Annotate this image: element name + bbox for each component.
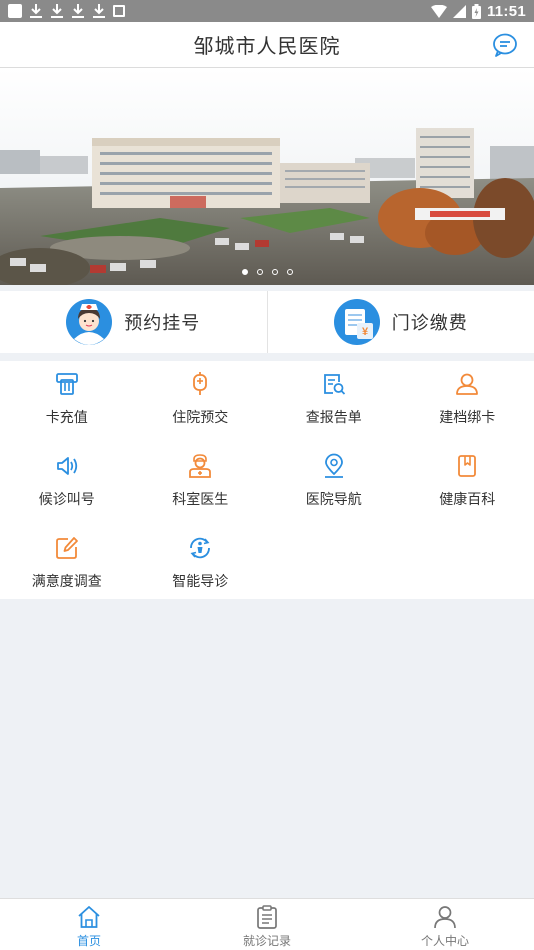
hospital-navigation-button[interactable]: 医院导航: [267, 449, 401, 531]
card-recharge-icon: [55, 373, 78, 395]
smart-triage-button[interactable]: 智能导诊: [134, 531, 268, 613]
status-right: 11:51: [430, 2, 526, 20]
user-profile-icon: [456, 373, 479, 395]
carousel-dot[interactable]: [286, 269, 293, 275]
hospital-banner-carousel[interactable]: [0, 68, 534, 285]
chat-bubble-icon[interactable]: [492, 32, 518, 58]
grid-item-label: 医院导航: [305, 492, 362, 508]
grid-item-label: 科室医生: [172, 492, 229, 508]
home-icon: [78, 906, 100, 928]
nav-visit-records[interactable]: 就诊记录: [178, 899, 356, 950]
svg-text:¥: ¥: [362, 326, 369, 338]
hospital-photo: [0, 68, 534, 285]
satisfaction-survey-button[interactable]: 满意度调查: [0, 531, 134, 613]
bill-payment-icon: ¥: [333, 299, 380, 345]
location-pin-icon: [324, 453, 343, 478]
image-icon: [113, 5, 125, 17]
department-doctor-button[interactable]: 科室医生: [134, 449, 268, 531]
card-recharge-button[interactable]: 卡充值: [0, 367, 134, 449]
clipboard-icon: [257, 905, 277, 929]
nav-personal-center[interactable]: 个人中心: [356, 899, 534, 950]
appointment-label: 预约挂号: [124, 313, 201, 334]
grid-item-label: 候诊叫号: [38, 492, 95, 508]
file-bind-card-button[interactable]: 建档绑卡: [401, 367, 534, 449]
grid-item-label: 卡充值: [45, 410, 88, 426]
smart-guide-icon: [190, 537, 211, 559]
function-grid: 卡充值 住院预交 查报告单 建档绑卡 候诊叫号 科室医生 医院导航 健康百科 满…: [0, 361, 534, 599]
nav-personal-center-label: 个人中心: [420, 934, 469, 948]
grid-item-label: 智能导诊: [172, 574, 229, 590]
download-icon: [51, 4, 63, 18]
carousel-indicator: [0, 269, 534, 275]
status-time: 11:51: [486, 2, 526, 20]
battery-icon: [471, 3, 481, 19]
status-bar: 11:51: [0, 0, 534, 22]
report-query-button[interactable]: 查报告单: [267, 367, 401, 449]
doctor-icon: [189, 454, 212, 478]
outpatient-payment-label: 门诊缴费: [391, 313, 468, 334]
carousel-dot[interactable]: [241, 269, 248, 275]
grid-item-label: 满意度调查: [31, 574, 102, 590]
status-left: [8, 3, 125, 19]
health-encyclopedia-button[interactable]: 健康百科: [401, 449, 534, 531]
book-icon: [458, 455, 477, 477]
report-search-icon: [323, 374, 345, 395]
app-square-icon: [8, 4, 22, 18]
nav-visit-records-label: 就诊记录: [242, 934, 291, 948]
carousel-dot[interactable]: [256, 269, 263, 275]
nav-home-label: 首页: [76, 934, 101, 948]
outpatient-payment-button[interactable]: ¥ 门诊缴费: [266, 291, 534, 353]
quick-entry-row: 预约挂号 ¥ 门诊缴费: [0, 291, 534, 353]
queue-call-button[interactable]: 候诊叫号: [0, 449, 134, 531]
speaker-icon: [56, 457, 77, 475]
nav-home[interactable]: 首页: [0, 899, 178, 950]
carousel-dot[interactable]: [271, 269, 278, 275]
edit-survey-icon: [55, 537, 78, 559]
download-icon: [72, 4, 84, 18]
iv-drip-icon: [193, 372, 208, 395]
download-icon: [93, 4, 105, 18]
download-icon: [30, 4, 42, 18]
wifi-icon: [430, 4, 447, 18]
signal-icon: [452, 4, 466, 18]
grid-item-label: 健康百科: [439, 492, 496, 508]
appointment-button[interactable]: 预约挂号: [0, 291, 267, 353]
inpatient-prepay-button[interactable]: 住院预交: [134, 367, 268, 449]
nurse-avatar-icon: [66, 299, 113, 345]
page-title: 邹城市人民医院: [193, 34, 341, 58]
grid-item-label: 住院预交: [172, 410, 229, 426]
grid-item-label: 查报告单: [305, 410, 362, 426]
person-icon: [434, 906, 456, 929]
bottom-nav: 首页 就诊记录 个人中心: [0, 898, 534, 950]
grid-item-label: 建档绑卡: [439, 410, 496, 426]
app-header: 邹城市人民医院: [0, 22, 534, 68]
